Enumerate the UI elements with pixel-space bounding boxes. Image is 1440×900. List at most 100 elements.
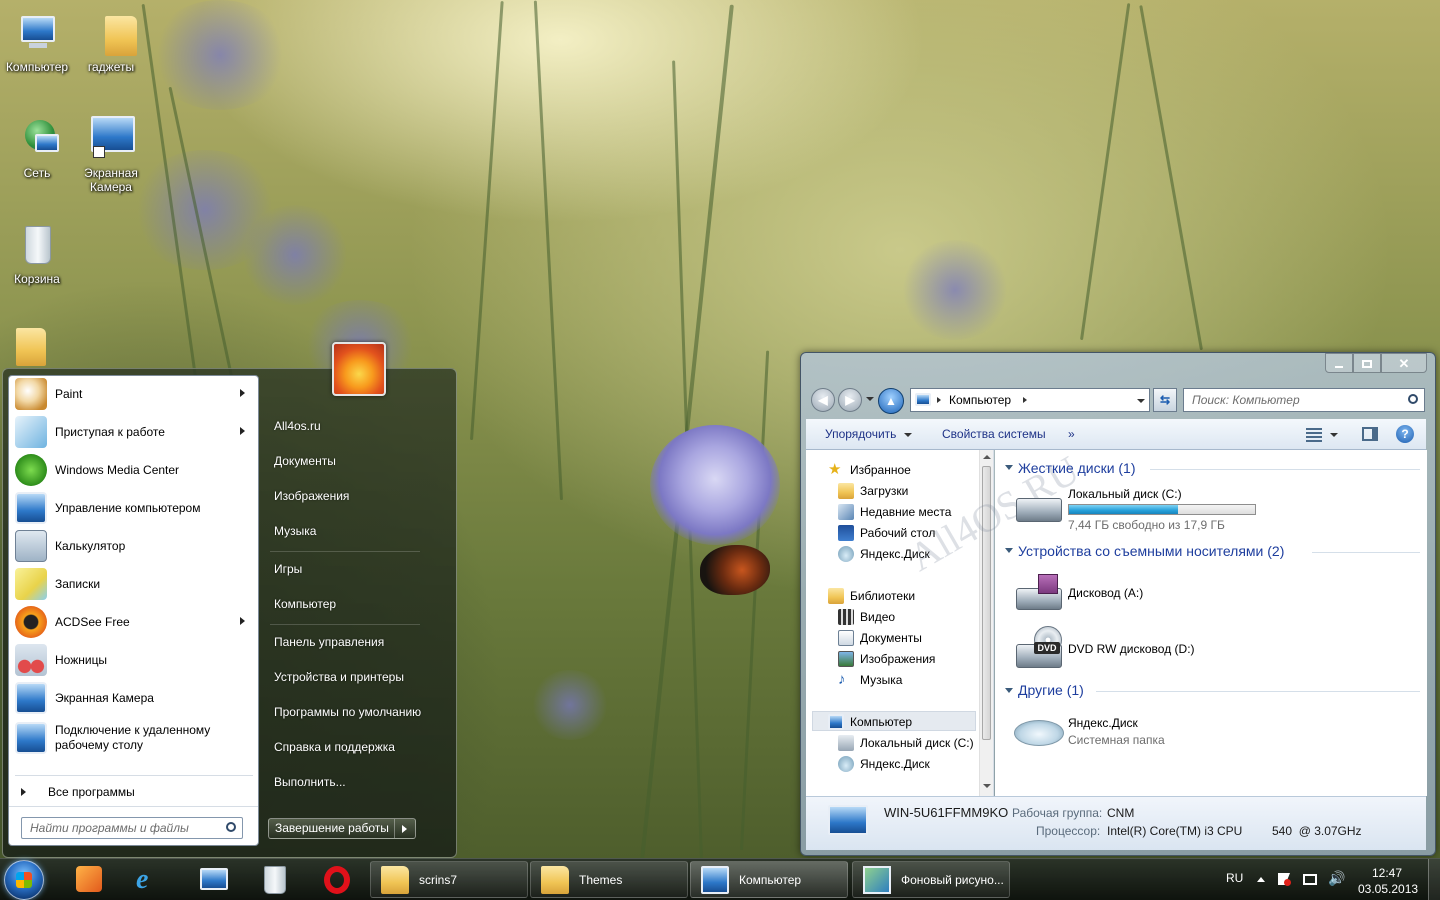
- start-program-sticky-notes[interactable]: Записки: [11, 566, 257, 602]
- sticky-notes-icon: [15, 568, 47, 600]
- maximize-button[interactable]: [1353, 353, 1381, 373]
- nav-music[interactable]: ♪ Музыка: [838, 672, 902, 688]
- taskbar-pin-media-player[interactable]: [62, 862, 116, 898]
- volume-tray-icon[interactable]: 🔊: [1328, 870, 1345, 887]
- desktop-icon-screen-camera[interactable]: Экранная Камера: [74, 116, 148, 194]
- start-search-input[interactable]: Найти программы и файлы: [21, 817, 243, 839]
- start-program-remote-desktop[interactable]: Подключение к удаленному рабочему столу: [11, 718, 257, 758]
- all-programs-button[interactable]: Все программы: [11, 774, 257, 810]
- group-other[interactable]: Другие (1): [1018, 682, 1084, 698]
- drive-a[interactable]: Дисковод (A:): [1012, 570, 1212, 614]
- forward-button[interactable]: ▶: [838, 388, 862, 412]
- yandex-disk-item[interactable]: Яндекс.Диск Системная папка: [1012, 712, 1212, 752]
- back-button[interactable]: ◀: [811, 388, 835, 412]
- start-link-default-programs[interactable]: Программы по умолчанию: [274, 705, 421, 719]
- minimize-button[interactable]: [1325, 353, 1353, 373]
- drive-d[interactable]: DVD DVD RW дисковод (D:): [1012, 624, 1212, 672]
- user-picture[interactable]: [332, 342, 386, 396]
- nav-local-disk-c[interactable]: Локальный диск (C:): [838, 735, 974, 751]
- more-commands-button[interactable]: »: [1068, 427, 1075, 441]
- collapse-icon[interactable]: [1005, 548, 1013, 553]
- start-program-getting-started[interactable]: Приступая к работе: [11, 414, 257, 450]
- desktop-icon-computer[interactable]: Компьютер: [0, 10, 74, 74]
- shutdown-button[interactable]: Завершение работы: [268, 818, 416, 839]
- organize-button[interactable]: Упорядочить: [825, 427, 912, 441]
- show-hidden-icons-button[interactable]: [1257, 877, 1265, 882]
- taskbar-task-scrins7[interactable]: scrins7: [370, 861, 528, 898]
- drive-c[interactable]: Локальный диск (C:) 7,44 ГБ свободно из …: [1012, 484, 1272, 532]
- start-link-all4os[interactable]: All4os.ru: [274, 419, 321, 433]
- desktop-icon-gadgets[interactable]: гаджеты: [74, 10, 148, 74]
- view-options-icon[interactable]: [1306, 428, 1322, 442]
- show-desktop-button[interactable]: [1428, 859, 1440, 900]
- scroll-up-icon[interactable]: [983, 455, 991, 459]
- breadcrumb-computer[interactable]: Компьютер: [949, 393, 1011, 407]
- chevron-down-icon[interactable]: [1330, 433, 1338, 437]
- start-link-control-panel[interactable]: Панель управления: [274, 635, 384, 649]
- nav-videos[interactable]: Видео: [838, 609, 895, 625]
- close-button[interactable]: ✕: [1381, 353, 1427, 373]
- start-link-help[interactable]: Справка и поддержка: [274, 740, 395, 754]
- collapse-icon[interactable]: [1005, 688, 1013, 693]
- desktop-icon-network[interactable]: Сеть: [0, 116, 74, 180]
- taskbar-task-themes[interactable]: Themes: [530, 861, 688, 898]
- recent-pages-dropdown[interactable]: [866, 397, 874, 401]
- help-icon[interactable]: ?: [1396, 425, 1414, 443]
- breadcrumb-separator-icon[interactable]: [937, 397, 941, 403]
- start-link-pictures[interactable]: Изображения: [274, 489, 349, 503]
- start-program-calculator[interactable]: Калькулятор: [11, 528, 257, 564]
- nav-yandex-disk[interactable]: Яндекс.Диск: [838, 756, 930, 772]
- nav-recent-places[interactable]: Недавние места: [838, 504, 951, 520]
- up-button[interactable]: ▲: [878, 388, 904, 414]
- start-link-games[interactable]: Игры: [274, 562, 302, 576]
- scroll-down-icon[interactable]: [983, 784, 991, 788]
- start-program-screen-camera[interactable]: Экранная Камера: [11, 680, 257, 716]
- language-indicator[interactable]: RU: [1226, 871, 1243, 885]
- start-button[interactable]: [4, 860, 44, 900]
- nav-pictures[interactable]: Изображения: [838, 651, 935, 667]
- taskbar-pin-computer[interactable]: [186, 862, 240, 898]
- nav-favorites[interactable]: ★ Избранное: [828, 462, 911, 478]
- group-removable[interactable]: Устройства со съемными носителями (2): [1018, 543, 1284, 559]
- system-properties-button[interactable]: Свойства системы: [942, 427, 1046, 441]
- taskbar-pin-opera[interactable]: [310, 862, 364, 898]
- nav-documents[interactable]: Документы: [838, 630, 922, 646]
- start-program-acdsee[interactable]: ACDSee Free: [11, 604, 257, 640]
- refresh-button[interactable]: ⇆: [1153, 388, 1177, 412]
- start-link-run[interactable]: Выполнить...: [274, 775, 346, 789]
- start-program-snipping-tool[interactable]: Ножницы: [11, 642, 257, 678]
- taskbar-pin-recycle-bin[interactable]: [248, 862, 302, 898]
- start-link-computer[interactable]: Компьютер: [274, 597, 336, 611]
- search-icon[interactable]: [226, 822, 236, 832]
- taskbar-pin-internet-explorer[interactable]: e: [124, 862, 178, 898]
- explorer-search-input[interactable]: Поиск: Компьютер: [1183, 388, 1425, 412]
- shutdown-options-arrow-icon[interactable]: [395, 819, 415, 838]
- preview-pane-icon[interactable]: [1362, 427, 1378, 441]
- taskbar-task-computer[interactable]: Компьютер: [690, 861, 848, 898]
- submenu-arrow-icon[interactable]: [240, 427, 245, 435]
- nav-computer[interactable]: Компьютер: [828, 714, 912, 730]
- clock-date[interactable]: 03.05.2013: [1358, 882, 1418, 896]
- recycle-bin-icon: [13, 222, 61, 270]
- submenu-arrow-icon[interactable]: [240, 389, 245, 397]
- network-tray-icon[interactable]: [1303, 874, 1317, 885]
- search-icon[interactable]: [1408, 394, 1418, 404]
- start-program-computer-management[interactable]: Управление компьютером: [11, 490, 257, 526]
- start-link-music[interactable]: Музыка: [274, 524, 316, 538]
- clock-time[interactable]: 12:47: [1372, 866, 1402, 880]
- start-link-documents[interactable]: Документы: [274, 454, 336, 468]
- address-bar[interactable]: Компьютер: [910, 388, 1150, 412]
- submenu-arrow-icon[interactable]: [240, 617, 245, 625]
- start-program-media-center[interactable]: Windows Media Center: [11, 452, 257, 488]
- desktop-icon-recycle-bin[interactable]: Корзина: [0, 222, 74, 286]
- breadcrumb-separator-icon[interactable]: [1023, 397, 1027, 403]
- nav-downloads[interactable]: Загрузки: [838, 483, 908, 499]
- start-link-devices-printers[interactable]: Устройства и принтеры: [274, 670, 404, 684]
- group-hard-disks[interactable]: Жесткие диски (1): [1018, 460, 1136, 476]
- start-program-paint[interactable]: Paint: [11, 376, 257, 412]
- collapse-icon[interactable]: [1005, 465, 1013, 470]
- taskbar-task-wallpaper[interactable]: Фоновый рисуно...: [852, 861, 1010, 898]
- address-dropdown-icon[interactable]: [1137, 399, 1145, 403]
- nav-libraries[interactable]: Библиотеки: [828, 588, 915, 604]
- folder-icon[interactable]: [16, 328, 46, 366]
